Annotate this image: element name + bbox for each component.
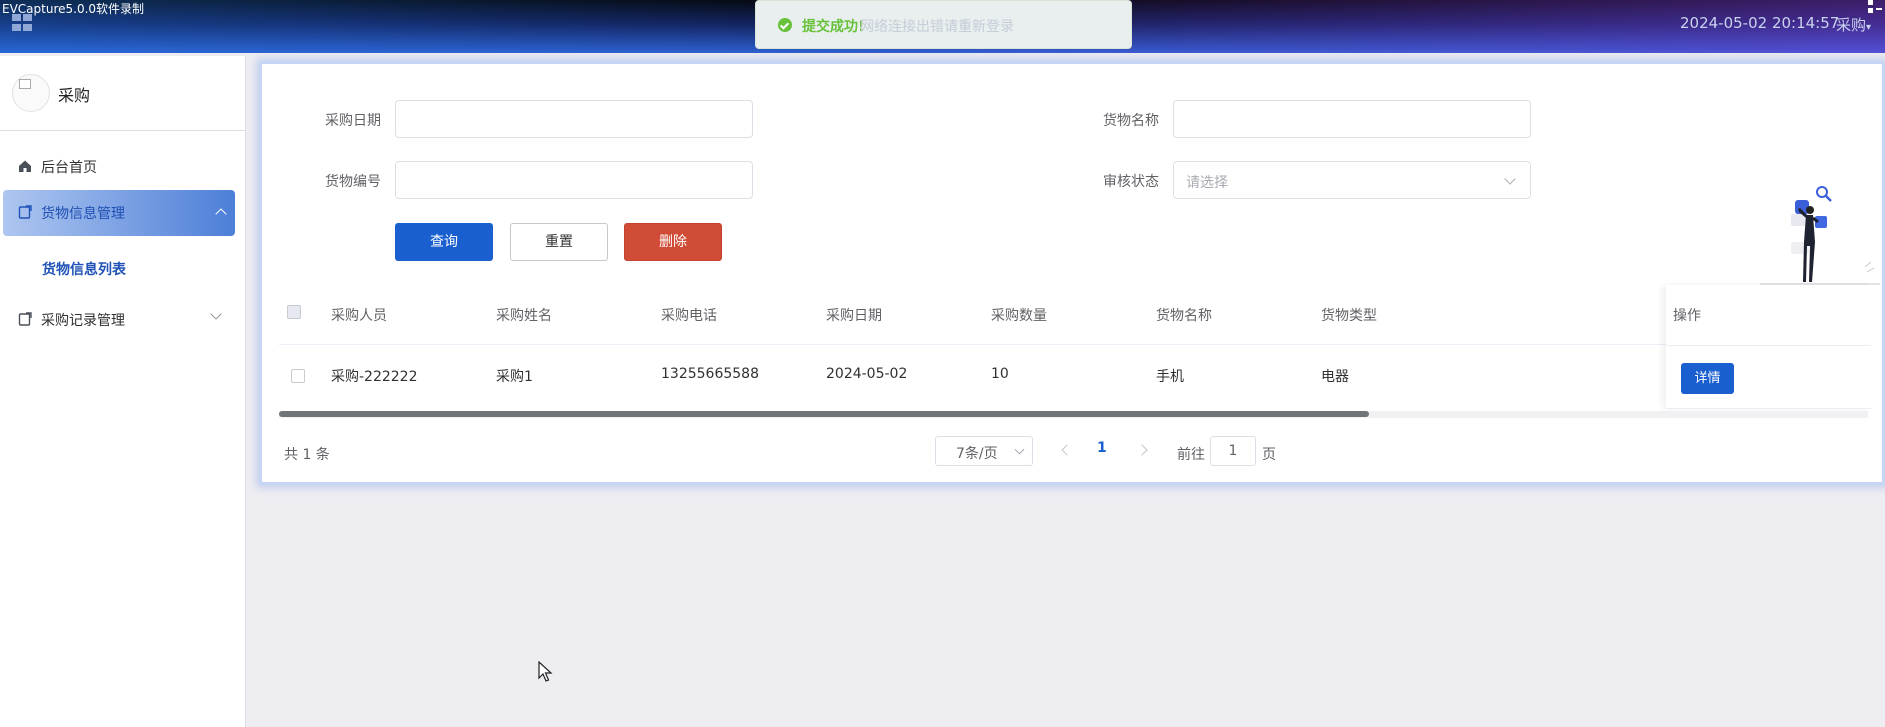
sidebar-item-label: 货物信息管理 xyxy=(41,206,125,222)
goto-prefix: 前往 xyxy=(1177,447,1205,463)
sidebar: 采购 后台首页 货物信息管理 货物信息列表 采购记录管理 xyxy=(0,56,246,727)
document-icon xyxy=(18,205,32,219)
search-illustration xyxy=(1760,186,1880,285)
query-button[interactable]: 查询 xyxy=(395,223,493,261)
goods-name-label: 货物名称 xyxy=(1103,113,1159,129)
select-all-checkbox[interactable] xyxy=(287,305,301,319)
sidebar-item-goods-management[interactable]: 货物信息管理 xyxy=(3,190,235,236)
table-header: 采购人员 采购姓名 采购电话 采购日期 采购数量 货物名称 货物类型 xyxy=(279,285,1868,345)
audit-status-label: 审核状态 xyxy=(1103,174,1159,190)
current-page[interactable]: 1 xyxy=(1097,440,1107,456)
chevron-right-icon[interactable] xyxy=(1136,444,1148,456)
user-menu[interactable]: 采购▾ xyxy=(1836,14,1871,35)
row-checkbox[interactable] xyxy=(291,369,305,383)
column-header: 货物名称 xyxy=(1156,308,1212,324)
avatar xyxy=(12,74,50,112)
delete-button[interactable]: 删除 xyxy=(624,223,722,261)
divider xyxy=(1666,345,1871,346)
sidebar-brand: 采购 xyxy=(0,56,245,131)
chevron-up-icon xyxy=(215,208,227,220)
cell-purchaser-id: 采购-222222 xyxy=(331,369,418,385)
column-header: 采购电话 xyxy=(661,308,717,324)
sidebar-item-purchase-records[interactable]: 采购记录管理 xyxy=(0,297,245,343)
toast-message: 提交成功! xyxy=(802,19,865,35)
horizontal-scrollbar-thumb[interactable] xyxy=(279,411,1369,417)
purchase-date-input[interactable] xyxy=(395,100,753,138)
page-size-value: 7条/页 xyxy=(956,446,998,462)
chevron-down-icon xyxy=(1014,444,1025,455)
page-size-select[interactable]: 7条/页 xyxy=(935,436,1033,466)
chevron-down-icon xyxy=(210,308,222,320)
column-header: 采购日期 xyxy=(826,308,882,324)
apps-grid-icon[interactable] xyxy=(12,14,34,32)
operation-column: 操作 详情 xyxy=(1666,285,1871,409)
sidebar-item-label: 后台首页 xyxy=(41,160,97,176)
goods-no-input[interactable] xyxy=(395,161,753,199)
goods-name-input[interactable] xyxy=(1173,100,1531,138)
detail-button[interactable]: 详情 xyxy=(1681,363,1734,394)
header-datetime: 2024-05-02 20:14:57 xyxy=(1680,14,1840,32)
audit-status-select[interactable]: 请选择 xyxy=(1173,161,1531,199)
column-header: 采购数量 xyxy=(991,308,1047,324)
cell-goods-name: 手机 xyxy=(1156,369,1184,385)
success-check-icon xyxy=(778,18,792,32)
column-header: 采购人员 xyxy=(331,308,387,324)
chevron-left-icon[interactable] xyxy=(1061,444,1073,456)
goods-no-label: 货物编号 xyxy=(325,174,381,190)
audit-status-placeholder: 请选择 xyxy=(1186,175,1228,191)
sidebar-item-label: 采购记录管理 xyxy=(41,313,125,329)
purchase-date-label: 采购日期 xyxy=(325,113,381,129)
sidebar-subitem-goods-list[interactable]: 货物信息列表 xyxy=(42,259,126,279)
column-header: 采购姓名 xyxy=(496,308,552,324)
goto-page-input[interactable]: 1 xyxy=(1210,436,1256,466)
chevron-down-icon: ▾ xyxy=(1866,22,1872,33)
goto-suffix: 页 xyxy=(1262,447,1276,463)
brand-name: 采购 xyxy=(58,86,91,105)
toast-faded-text: 网络连接出错请重新登录 xyxy=(860,19,1014,35)
total-count: 共 1 条 xyxy=(284,447,330,463)
chevron-down-icon xyxy=(1504,173,1516,185)
cell-goods-type: 电器 xyxy=(1321,369,1349,385)
user-name: 采购 xyxy=(1836,16,1867,34)
success-toast: 提交成功! 网络连接出错请重新登录 xyxy=(755,0,1132,49)
mouse-cursor-icon xyxy=(538,661,553,682)
fullscreen-icon[interactable] xyxy=(1868,0,1884,14)
main-panel: 采购日期 货物名称 货物编号 审核状态 请选择 查询 重置 删除 采购人员 采购… xyxy=(259,61,1885,485)
cell-phone: 13255665588 xyxy=(661,366,759,382)
column-header: 货物类型 xyxy=(1321,308,1377,324)
cell-purchaser-name: 采购1 xyxy=(496,369,533,385)
reset-button[interactable]: 重置 xyxy=(510,223,608,261)
cell-date: 2024-05-02 xyxy=(826,366,908,382)
cell-quantity: 10 xyxy=(991,366,1009,382)
document-icon xyxy=(18,312,32,326)
column-header: 操作 xyxy=(1673,308,1701,324)
sidebar-item-home[interactable]: 后台首页 xyxy=(0,144,245,190)
table-row: 采购-222222 采购1 13255665588 2024-05-02 10 … xyxy=(279,345,1868,406)
home-icon xyxy=(19,160,31,172)
